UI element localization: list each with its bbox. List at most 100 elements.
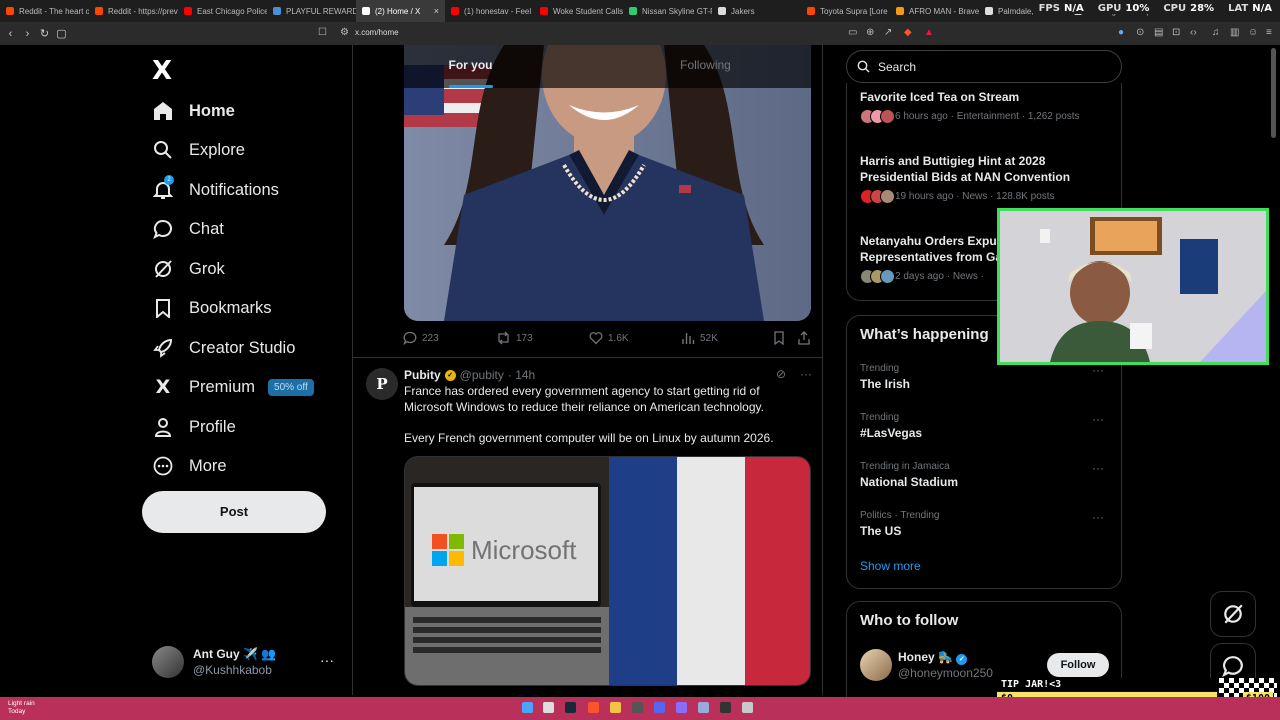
screenshot-icon[interactable]: ⊡: [1172, 27, 1180, 38]
settings-icon[interactable]: [742, 702, 753, 713]
app-icon[interactable]: [676, 702, 687, 713]
app-icon[interactable]: [720, 702, 731, 713]
account-switcher[interactable]: Ant Guy ✈️ 👥 @Kushhkabob ···: [152, 646, 342, 682]
browser-tab[interactable]: PLAYFUL REWARDS: [267, 0, 356, 22]
trend-item[interactable]: Politics · Trending The US ···: [860, 510, 1110, 538]
tweet[interactable]: P Pubity ✓ @pubity · 14h ⊘ ··· France ha…: [353, 357, 822, 695]
profile-icon[interactable]: ☺: [1248, 27, 1258, 38]
page-scrollbar[interactable]: [1271, 48, 1276, 138]
nav-profile[interactable]: Profile: [152, 415, 236, 439]
browser-tab[interactable]: East Chicago Police: [178, 0, 267, 22]
sidebar-toggle-icon[interactable]: ▢: [53, 27, 70, 40]
post-button[interactable]: Post: [142, 491, 326, 533]
follow-button[interactable]: Follow: [1047, 653, 1109, 677]
grok-explain-icon[interactable]: ⊘: [776, 367, 786, 381]
account-more-icon[interactable]: ···: [320, 652, 334, 668]
site-info-icon[interactable]: ⚙: [340, 27, 349, 38]
nav-home[interactable]: Home: [152, 99, 235, 123]
tab-for-you[interactable]: For you: [353, 45, 588, 88]
devtools-icon[interactable]: ‹›: [1190, 27, 1197, 38]
nav-creator-studio-label: Creator Studio: [189, 338, 296, 357]
browser-tab[interactable]: Woke Student Calls: [534, 0, 623, 22]
news-item[interactable]: Harris and Buttigieg Hint at 2028 Presid…: [860, 153, 1110, 204]
file-explorer-icon[interactable]: [610, 702, 621, 713]
share-icon: [798, 331, 810, 345]
nav-explore[interactable]: Explore: [152, 138, 245, 162]
tab-close-icon[interactable]: ×: [434, 6, 439, 16]
news-item[interactable]: Favorite Iced Tea on Stream 6 hours ago …: [860, 89, 1110, 124]
nav-more[interactable]: More: [152, 454, 227, 478]
trend-more-icon[interactable]: ···: [1092, 363, 1104, 377]
zoom-icon[interactable]: ⊕: [866, 27, 874, 38]
share-icon[interactable]: ↗: [884, 27, 892, 38]
browser-tab[interactable]: Reddit - The heart of: [0, 0, 89, 22]
task-view-icon[interactable]: [543, 702, 554, 713]
forward-icon[interactable]: ›: [19, 28, 36, 40]
browser-tab[interactable]: (2) Home / X ×: [356, 0, 445, 22]
x-logo-icon[interactable]: X: [152, 56, 172, 86]
reload-icon[interactable]: ↻: [36, 27, 53, 40]
show-more-link[interactable]: Show more: [860, 559, 921, 573]
panel-icon[interactable]: ▥: [1230, 27, 1239, 38]
bookmark-button[interactable]: [773, 331, 785, 345]
like-button[interactable]: 1.6K: [589, 331, 629, 345]
rewards-icon[interactable]: ▲: [924, 27, 934, 38]
grok-float-button[interactable]: [1210, 591, 1256, 637]
avatar[interactable]: P: [366, 368, 398, 400]
url-field[interactable]: x.com/home: [355, 28, 399, 37]
browser-tab[interactable]: Toyota Supra [Lore: [801, 0, 890, 22]
nav-bookmarks[interactable]: Bookmarks: [152, 296, 272, 320]
browser-tab[interactable]: Nissan Skyline GT-R: [623, 0, 712, 22]
tweet-photo-microsoft-france[interactable]: Microsoft: [404, 456, 811, 686]
news-avatars: [860, 269, 895, 284]
brave-shield-icon[interactable]: ◆: [904, 27, 912, 38]
views-button[interactable]: 52K: [681, 331, 718, 345]
extension-icon[interactable]: ●: [1118, 27, 1124, 38]
tweet-time[interactable]: · 14h: [508, 368, 535, 382]
nav-grok[interactable]: Grok: [152, 257, 225, 281]
suggested-user-name[interactable]: Honey 🛼 ✓: [898, 650, 968, 665]
nav-grok-label: Grok: [189, 259, 225, 278]
menu-icon[interactable]: ≡: [1266, 27, 1272, 38]
tweet-more-icon[interactable]: ···: [800, 367, 812, 381]
notepad-icon[interactable]: [698, 702, 709, 713]
trend-item[interactable]: Trending The Irish ···: [860, 363, 1110, 391]
bookmark-page-icon[interactable]: ☐: [318, 27, 327, 38]
music-icon[interactable]: ♫: [1212, 27, 1220, 38]
back-icon[interactable]: ‹: [2, 28, 19, 40]
discord-icon[interactable]: [654, 702, 665, 713]
cast-icon[interactable]: ▭: [848, 27, 857, 38]
trend-item[interactable]: Trending in Jamaica National Stadium ···: [860, 461, 1110, 489]
tab-search-icon[interactable]: ⊙: [1136, 27, 1144, 38]
browser-tab[interactable]: AFRO MAN - Brave: [890, 0, 979, 22]
author-name[interactable]: Pubity: [404, 368, 441, 382]
nav-premium[interactable]: X Premium 50% off: [152, 375, 314, 399]
reply-button[interactable]: 223: [403, 331, 439, 345]
browser-tab[interactable]: Jakers: [712, 0, 801, 22]
nav-notifications[interactable]: 2 Notifications: [152, 175, 279, 202]
brave-icon[interactable]: [588, 702, 599, 713]
author-handle[interactable]: @pubity: [460, 368, 504, 382]
browser-tab[interactable]: (1) honestav - Feel S: [445, 0, 534, 22]
timeline-tabs: For you Following: [353, 45, 822, 88]
repost-button[interactable]: 173: [496, 331, 533, 345]
avatar[interactable]: [860, 649, 892, 681]
start-icon[interactable]: [522, 702, 533, 713]
search-input[interactable]: Search: [846, 50, 1122, 83]
share-button[interactable]: [797, 331, 811, 345]
browser-tab[interactable]: Reddit - https://prev: [89, 0, 178, 22]
trend-more-icon[interactable]: ···: [1092, 461, 1104, 475]
obs-icon[interactable]: [632, 702, 643, 713]
trend-item[interactable]: Trending #LasVegas ···: [860, 412, 1110, 440]
timeline: For you Following 223 173 1.6K 52K P Pub…: [352, 45, 823, 695]
weather-widget[interactable]: Light rain Today: [8, 700, 35, 716]
news-title: Harris and Buttigieg Hint at 2028 Presid…: [860, 154, 1071, 184]
trend-more-icon[interactable]: ···: [1092, 412, 1104, 426]
wallet-icon[interactable]: ▤: [1154, 27, 1163, 38]
nav-more-label: More: [189, 456, 227, 475]
steam-icon[interactable]: [565, 702, 576, 713]
trend-more-icon[interactable]: ···: [1092, 510, 1104, 524]
nav-chat[interactable]: Chat: [152, 217, 224, 241]
tab-following[interactable]: Following: [588, 45, 822, 88]
nav-creator-studio[interactable]: Creator Studio: [152, 336, 295, 360]
